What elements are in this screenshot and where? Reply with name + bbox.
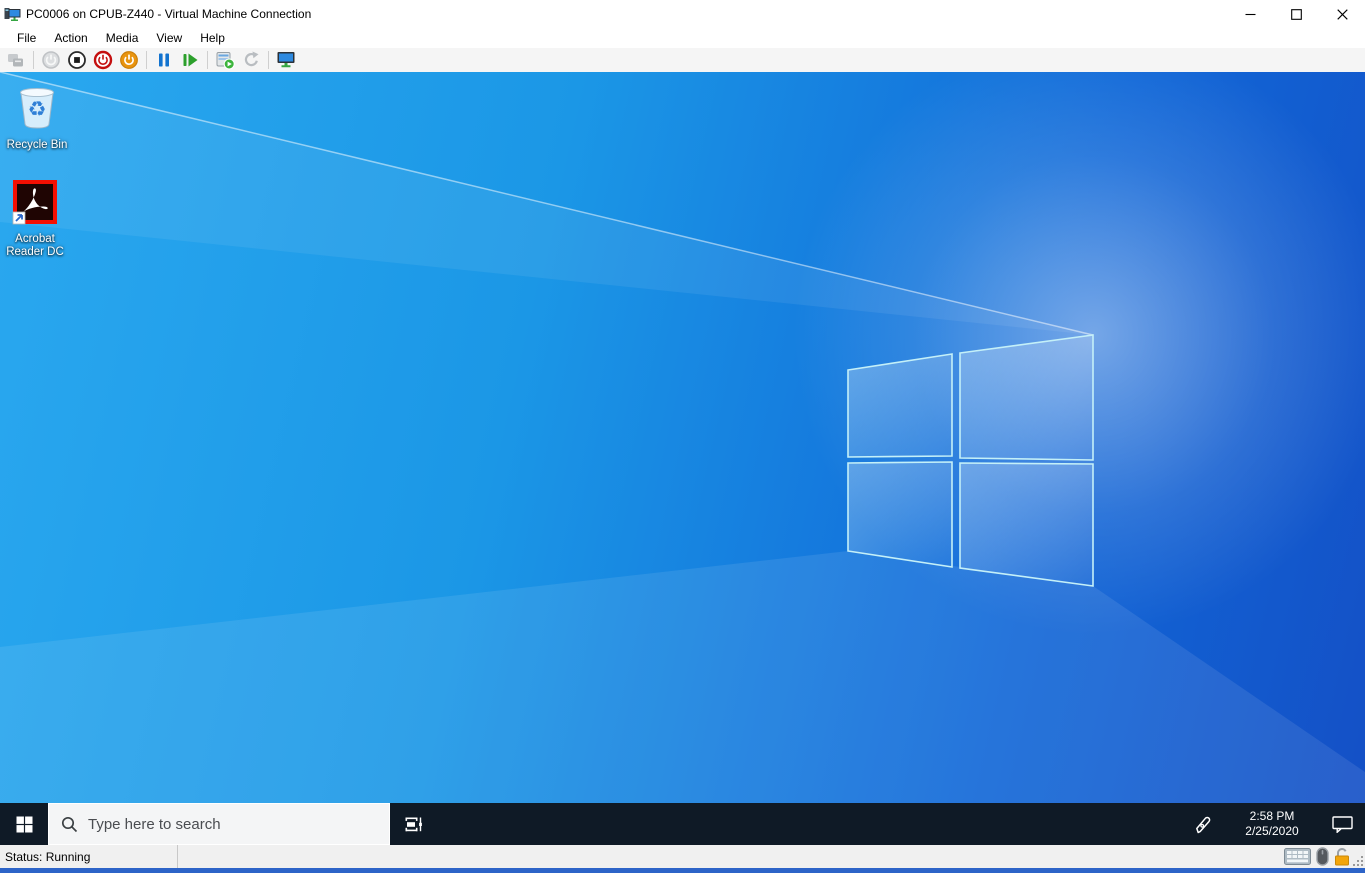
windows-ink-pen-icon[interactable] [1183,813,1223,835]
toolbar-separator [146,51,147,69]
search-icon [61,816,78,833]
keyboard-icon[interactable] [1284,848,1311,865]
clock-date: 2/25/2020 [1229,824,1315,839]
shortcut-arrow-overlay [13,212,25,224]
menu-file[interactable]: File [8,29,45,47]
windows-start-icon [16,816,33,833]
toolbar-separator [33,51,34,69]
menu-bar: File Action Media View Help [0,28,1365,48]
toolbar-separator [207,51,208,69]
status-bar: Status: Running [0,845,1365,868]
menu-view[interactable]: View [147,29,191,47]
enhanced-session-icon[interactable] [273,49,299,71]
window-title: PC0006 on CPUB-Z440 - Virtual Machine Co… [26,7,311,21]
window-bottom-border [0,868,1365,873]
vm-toolbar [0,48,1365,72]
taskbar-search[interactable] [48,803,390,845]
revert-icon[interactable] [238,49,264,71]
checkpoint-icon[interactable] [212,49,238,71]
desktop-icon-recycle-bin[interactable]: ♻ Recycle Bin [2,80,72,152]
vm-desktop[interactable]: ♻ Recycle Bin Acrobat Reader DC [0,72,1365,803]
taskbar-tray: 2:58 PM 2/25/2020 [1183,803,1365,845]
menu-help[interactable]: Help [191,29,234,47]
save-icon[interactable] [116,49,142,71]
turn-off-icon[interactable] [64,49,90,71]
acrobat-reader-icon [11,178,59,226]
menu-media[interactable]: Media [97,29,148,47]
close-button[interactable] [1319,0,1365,28]
minimize-button[interactable] [1227,0,1273,28]
taskbar: 2:58 PM 2/25/2020 [0,803,1365,845]
windows-wallpaper [0,72,1365,803]
resize-grip[interactable] [1352,855,1364,867]
svg-text:♻: ♻ [28,97,47,121]
vmconnect-app-icon [4,6,21,22]
desktop-icon-acrobat-reader[interactable]: Acrobat Reader DC [0,178,70,259]
taskbar-clock[interactable]: 2:58 PM 2/25/2020 [1229,809,1315,839]
pause-icon[interactable] [151,49,177,71]
clock-time: 2:58 PM [1229,809,1315,824]
desktop-icon-label: Acrobat Reader DC [0,233,70,259]
menu-action[interactable]: Action [45,29,96,47]
resume-icon[interactable] [177,49,203,71]
search-input[interactable] [88,816,338,833]
mouse-icon[interactable] [1316,847,1329,866]
title-bar: PC0006 on CPUB-Z440 - Virtual Machine Co… [0,0,1365,28]
vm-status: Status: Running [0,845,178,868]
virtual-machine-connection-window: PC0006 on CPUB-Z440 - Virtual Machine Co… [0,0,1365,873]
task-view-icon [403,816,423,833]
desktop-icon-label: Recycle Bin [2,139,72,152]
toolbar-separator [268,51,269,69]
maximize-button[interactable] [1273,0,1319,28]
statusbar-icons [1284,845,1351,868]
shut-down-icon[interactable] [90,49,116,71]
taskbar-empty-area [436,803,1183,845]
ctrl-alt-del-icon[interactable] [3,49,29,71]
start-button[interactable] [0,803,48,845]
window-controls [1227,0,1365,28]
task-view-button[interactable] [390,803,436,845]
unlock-icon[interactable] [1334,847,1351,866]
action-center-icon[interactable] [1321,816,1365,833]
recycle-bin-icon: ♻ [12,80,62,132]
start-icon[interactable] [38,49,64,71]
